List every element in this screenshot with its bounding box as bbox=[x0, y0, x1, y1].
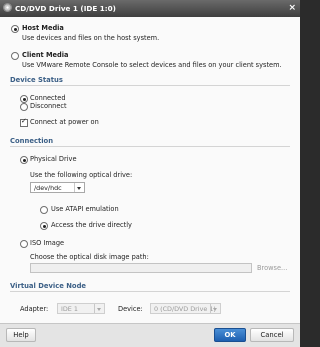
close-icon[interactable]: × bbox=[288, 2, 296, 14]
iso-path-input[interactable] bbox=[30, 263, 252, 273]
connect-at-power-on-checkbox[interactable] bbox=[20, 117, 28, 127]
device-status-heading: Device Status bbox=[10, 76, 63, 84]
dialog-footer: Help OK Cancel bbox=[0, 323, 300, 347]
optical-drive-select[interactable]: /dev/hdc bbox=[30, 182, 85, 193]
help-button[interactable]: Help bbox=[6, 328, 36, 342]
atapi-emulation-label[interactable]: Use ATAPI emulation bbox=[51, 205, 119, 213]
chevron-down-icon[interactable] bbox=[94, 304, 104, 313]
host-media-label[interactable]: Host Media bbox=[22, 24, 64, 32]
client-media-description: Use VMware Remote Console to select devi… bbox=[22, 61, 282, 69]
browse-button[interactable]: Browse... bbox=[257, 264, 287, 272]
chevron-down-icon[interactable] bbox=[210, 304, 220, 313]
physical-drive-radio[interactable] bbox=[20, 156, 28, 164]
atapi-emulation-radio[interactable] bbox=[40, 206, 48, 214]
adapter-label: Adapter: bbox=[20, 305, 49, 313]
virtual-device-node-heading: Virtual Device Node bbox=[10, 282, 87, 290]
access-directly-radio[interactable] bbox=[40, 222, 48, 230]
device-label: Device: bbox=[118, 305, 143, 313]
divider bbox=[10, 85, 290, 86]
divider bbox=[10, 146, 290, 147]
cancel-button[interactable]: Cancel bbox=[250, 328, 294, 342]
dialog-content: Host Media Use devices and files on the … bbox=[0, 17, 300, 323]
iso-image-label[interactable]: ISO Image bbox=[30, 239, 64, 247]
host-media-radio[interactable] bbox=[11, 25, 19, 33]
window-title: CD/DVD Drive 1 (IDE 1:0) bbox=[15, 4, 116, 13]
client-media-radio[interactable] bbox=[11, 52, 19, 60]
optical-drive-label: Use the following optical drive: bbox=[30, 171, 133, 179]
physical-drive-label[interactable]: Physical Drive bbox=[30, 155, 77, 163]
dialog-window: CD/DVD Drive 1 (IDE 1:0) × Host Media Us… bbox=[0, 0, 300, 347]
device-value: 0 (CD/DVD Drive 1) bbox=[154, 305, 216, 313]
connection-heading: Connection bbox=[10, 137, 54, 145]
adapter-select[interactable]: IDE 1 bbox=[57, 303, 105, 314]
divider bbox=[10, 291, 290, 292]
title-bar[interactable]: CD/DVD Drive 1 (IDE 1:0) × bbox=[0, 0, 300, 17]
host-media-description: Use devices and files on the host system… bbox=[22, 34, 160, 42]
client-media-label[interactable]: Client Media bbox=[22, 51, 68, 59]
iso-image-radio[interactable] bbox=[20, 240, 28, 248]
cd-drive-icon bbox=[3, 3, 12, 12]
connected-radio[interactable] bbox=[20, 95, 28, 103]
disconnect-label[interactable]: Disconnect bbox=[30, 102, 67, 110]
ok-button[interactable]: OK bbox=[214, 328, 246, 342]
device-select[interactable]: 0 (CD/DVD Drive 1) bbox=[150, 303, 221, 314]
disconnect-radio[interactable] bbox=[20, 103, 28, 111]
connected-label[interactable]: Connected bbox=[30, 94, 66, 102]
access-directly-label[interactable]: Access the drive directly bbox=[51, 221, 132, 229]
connect-at-power-on-label[interactable]: Connect at power on bbox=[30, 118, 99, 126]
chevron-down-icon[interactable] bbox=[74, 183, 84, 192]
adapter-value: IDE 1 bbox=[61, 305, 78, 313]
optical-drive-value: /dev/hdc bbox=[34, 184, 62, 192]
iso-path-label: Choose the optical disk image path: bbox=[30, 253, 149, 261]
